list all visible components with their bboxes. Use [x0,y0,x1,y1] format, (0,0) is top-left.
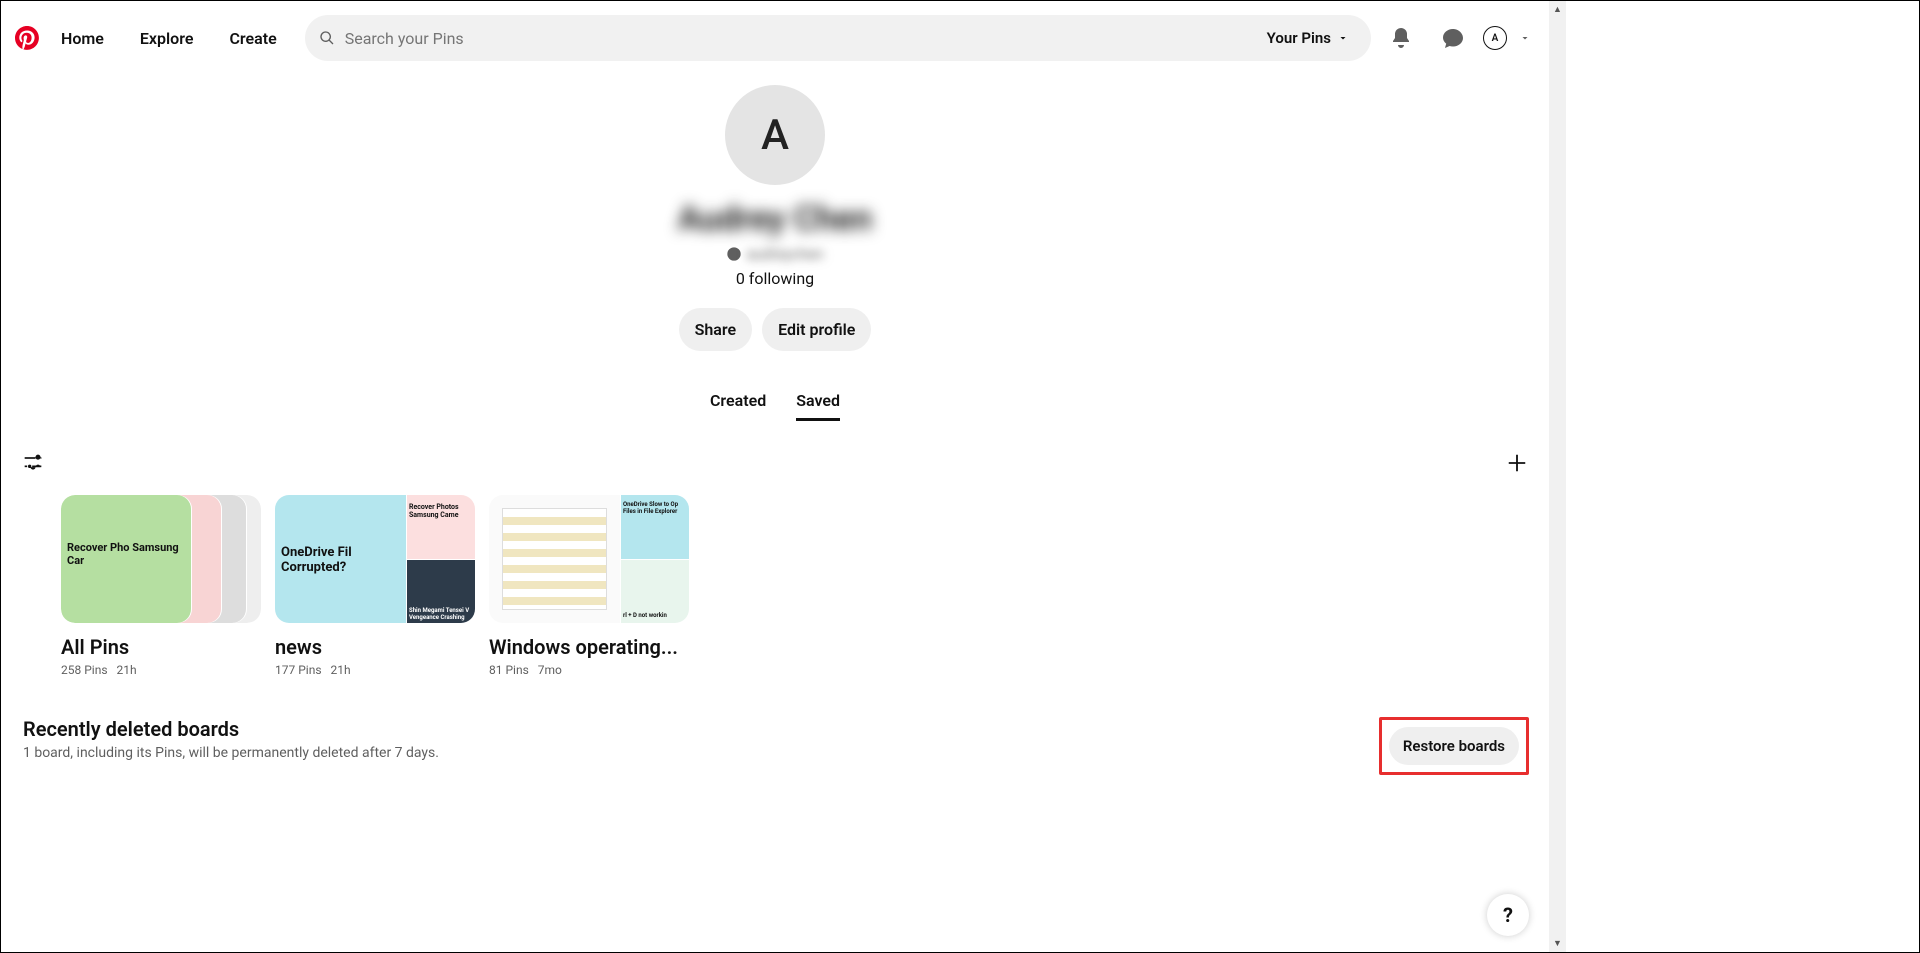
restore-highlight-box: Restore boards [1379,717,1529,775]
pinterest-logo-icon[interactable] [15,26,39,50]
board-pin-count: 81 Pins [489,663,529,677]
pinterest-mini-icon [726,246,742,262]
recently-deleted-subtitle: 1 board, including its Pins, will be per… [23,745,439,761]
search-input[interactable] [345,29,1247,48]
board-news[interactable]: OneDrive Fil Corrupted? Recover Photos S… [275,495,475,677]
board-thumb: OneDrive Fil Corrupted? Recover Photos S… [275,495,475,623]
account-avatar-small[interactable]: A [1483,26,1507,50]
scrollbar-track[interactable]: ▲ ▼ [1549,1,1566,952]
board-name: news [275,635,475,659]
board-pin-count: 258 Pins [61,663,108,677]
notifications-icon[interactable] [1389,26,1413,50]
board-windows[interactable]: OneDrive Slow to Op Files in File Explor… [489,495,689,677]
board-meta: 258 Pins 21h [61,663,261,677]
thumb-side-text: rl + D not workin [623,612,667,619]
board-name: All Pins [61,635,261,659]
board-thumb: OneDrive Slow to Op Files in File Explor… [489,495,689,623]
recently-deleted-section: Recently deleted boards 1 board, includi… [1,677,1549,775]
board-name: Windows operating... [489,635,689,659]
board-time: 7mo [538,663,562,677]
search-scope-pill[interactable]: Your Pins [1257,29,1357,47]
messages-icon[interactable] [1441,26,1465,50]
thumb-side-text: Shin Megami Tensei V Vengeance Crashing [409,607,475,621]
search-icon [319,30,335,46]
nav-home[interactable]: Home [47,19,118,58]
tab-created[interactable]: Created [710,391,766,421]
search-bar[interactable]: Your Pins [305,15,1371,61]
profile-avatar[interactable]: A [725,85,825,185]
board-all-pins[interactable]: Recover Pho Samsung Car All Pins 258 Pin… [61,495,261,677]
profile-tabs: Created Saved [710,391,840,421]
thumb-caption: OneDrive Fil Corrupted? [281,545,406,575]
boards-grid: Recover Pho Samsung Car All Pins 258 Pin… [1,485,1549,677]
help-button[interactable]: ? [1487,894,1529,936]
restore-boards-button[interactable]: Restore boards [1389,727,1519,765]
nav-create[interactable]: Create [215,19,290,58]
account-menu-chevron-icon[interactable] [1519,32,1531,44]
top-header: Home Explore Create Your Pins A [1,1,1549,75]
scroll-down-icon[interactable]: ▼ [1549,935,1566,952]
profile-section: A Audrey Chen audreychen 0 following Sha… [1,85,1549,421]
profile-handle-text: audreychen [746,245,823,263]
filter-icon[interactable] [21,451,45,475]
profile-handle: audreychen [726,245,823,263]
scroll-up-icon[interactable]: ▲ [1549,1,1566,18]
board-thumb: Recover Pho Samsung Car [61,495,261,623]
board-meta: 177 Pins 21h [275,663,475,677]
add-icon[interactable] [1505,451,1529,475]
share-button[interactable]: Share [679,308,753,351]
board-pin-count: 177 Pins [275,663,322,677]
recently-deleted-title: Recently deleted boards [23,717,439,741]
profile-name: Audrey Chen [678,199,872,239]
thumb-table-mock [502,508,607,610]
board-time: 21h [117,663,137,677]
boards-toolbar [1,421,1549,485]
tab-saved[interactable]: Saved [796,391,840,421]
thumb-side-text: Recover Photos Samsung Came [409,503,475,519]
thumb-side-text: OneDrive Slow to Op Files in File Explor… [623,501,689,515]
profile-following-count[interactable]: 0 following [736,269,814,288]
board-meta: 81 Pins 7mo [489,663,689,677]
nav-explore[interactable]: Explore [126,19,208,58]
chevron-down-icon [1337,32,1349,44]
edit-profile-button[interactable]: Edit profile [762,308,871,351]
thumb-caption: Recover Pho Samsung Car [67,541,191,567]
search-scope-label: Your Pins [1267,29,1331,47]
board-time: 21h [331,663,351,677]
